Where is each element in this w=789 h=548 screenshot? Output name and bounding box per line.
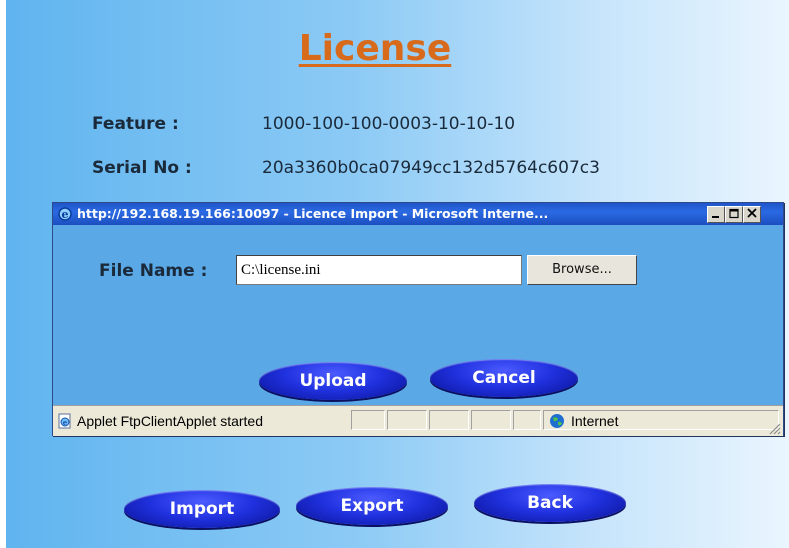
status-cell bbox=[351, 410, 385, 430]
minimize-button[interactable] bbox=[707, 206, 725, 223]
file-name-label: File Name : bbox=[99, 261, 208, 281]
serial-label: Serial No : bbox=[92, 158, 192, 178]
status-bar: e Applet FtpClientApplet started Interne… bbox=[53, 405, 783, 436]
back-button[interactable]: Back bbox=[474, 484, 626, 522]
window-title: http://192.168.19.166:10097 - Licence Im… bbox=[77, 206, 549, 221]
import-button[interactable]: Import bbox=[124, 490, 280, 528]
minimize-icon bbox=[712, 216, 719, 218]
page-title: License bbox=[298, 28, 452, 69]
svg-text:e: e bbox=[62, 208, 69, 221]
upload-button[interactable]: Upload bbox=[259, 362, 407, 400]
zone-text: Internet bbox=[571, 413, 619, 429]
export-button[interactable]: Export bbox=[296, 487, 448, 525]
maximize-button[interactable] bbox=[725, 206, 743, 223]
close-button[interactable] bbox=[743, 206, 761, 223]
window-content: File Name : Browse... Upload Cancel bbox=[53, 225, 783, 405]
status-cell bbox=[471, 410, 511, 430]
svg-text:e: e bbox=[63, 418, 68, 427]
ie-icon: e bbox=[57, 206, 73, 222]
status-cell bbox=[513, 410, 541, 430]
file-name-input[interactable] bbox=[236, 255, 522, 285]
maximize-icon bbox=[729, 208, 739, 219]
status-cell bbox=[429, 410, 469, 430]
cancel-button[interactable]: Cancel bbox=[430, 359, 578, 397]
resize-grip-icon[interactable] bbox=[767, 420, 781, 435]
page-icon: e bbox=[57, 413, 73, 429]
feature-label: Feature : bbox=[92, 114, 179, 134]
close-icon bbox=[747, 208, 757, 218]
left-border bbox=[0, 0, 6, 548]
status-text: Applet FtpClientApplet started bbox=[77, 413, 263, 429]
licence-import-window: e http://192.168.19.166:10097 - Licence … bbox=[52, 202, 784, 436]
status-cell bbox=[387, 410, 427, 430]
window-titlebar[interactable]: e http://192.168.19.166:10097 - Licence … bbox=[53, 203, 783, 225]
feature-value: 1000-100-100-0003-10-10-10 bbox=[262, 114, 516, 134]
globe-icon bbox=[549, 413, 565, 429]
browse-button[interactable]: Browse... bbox=[527, 255, 637, 285]
serial-value: 20a3360b0ca07949cc132d5764c607c3 bbox=[262, 158, 600, 178]
